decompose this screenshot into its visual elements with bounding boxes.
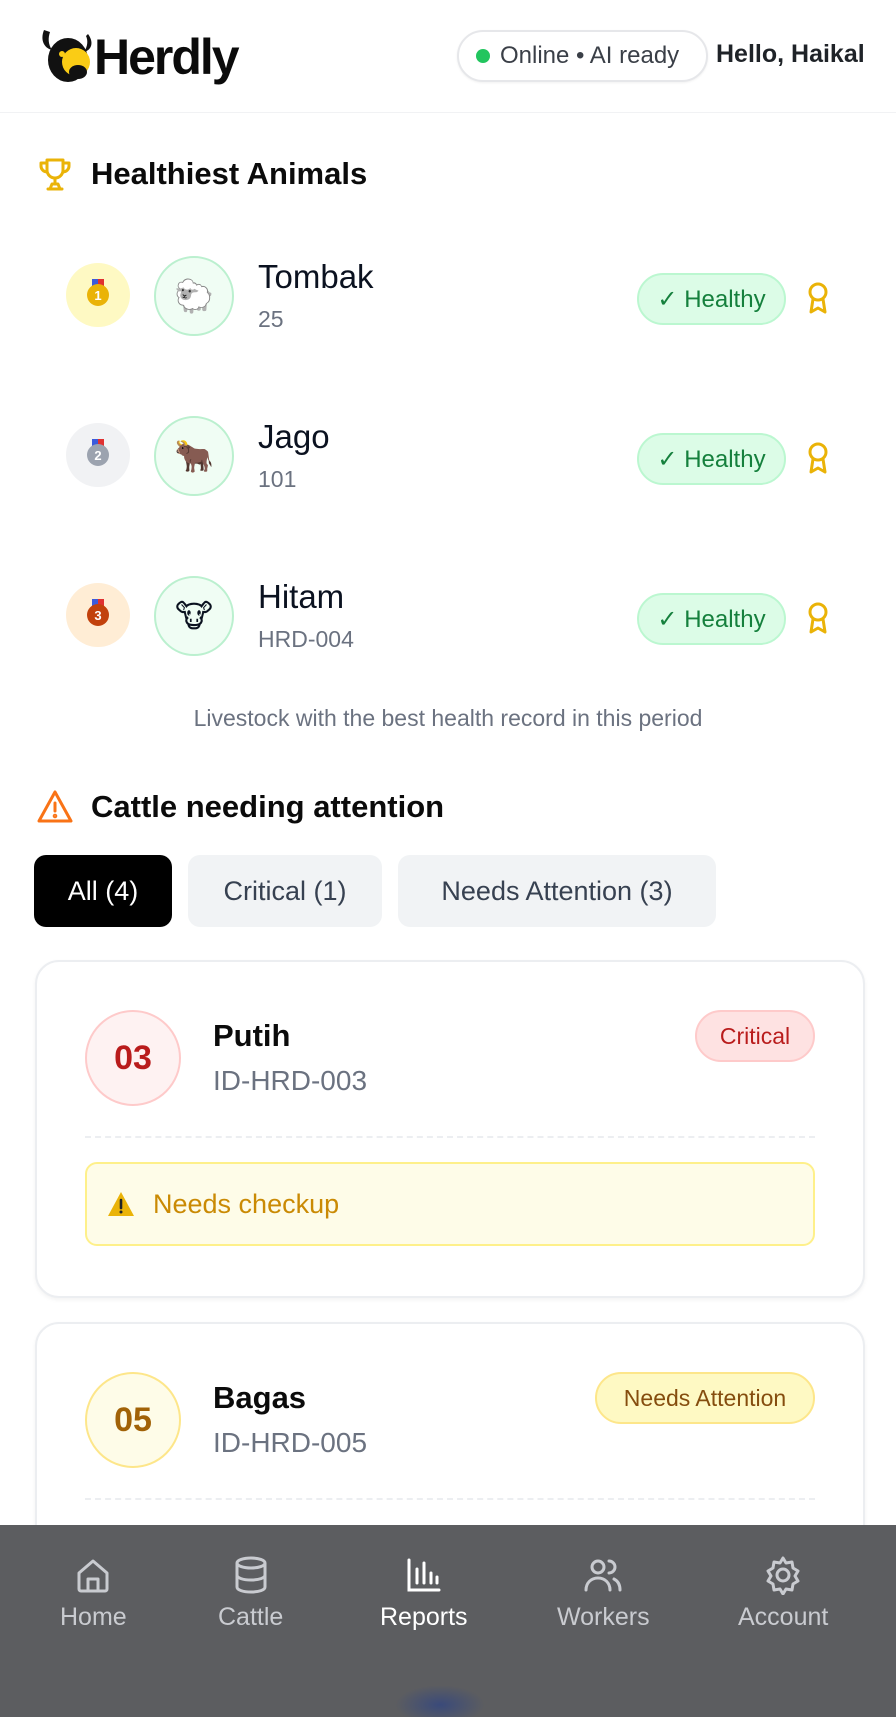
- nav-cattle[interactable]: Cattle: [218, 1555, 283, 1632]
- attention-title-text: Cattle needing attention: [91, 789, 445, 824]
- animal-number-badge: 03: [85, 1010, 181, 1106]
- nav-reports[interactable]: Reports: [380, 1555, 468, 1632]
- bar-chart-icon: [407, 1558, 441, 1592]
- card-animal-name: Putih: [213, 1018, 291, 1053]
- home-icon: [77, 1559, 109, 1593]
- trophy-icon: [36, 155, 74, 193]
- checkup-note: Needs checkup: [85, 1162, 815, 1246]
- users-icon: [584, 1559, 622, 1592]
- nav-decoration: [395, 1685, 485, 1717]
- card-animal-id: ID-HRD-005: [213, 1427, 368, 1458]
- card-animal-id: ID-HRD-003: [213, 1065, 368, 1096]
- filter-chip-all[interactable]: All (4): [34, 855, 172, 927]
- warning-icon: [108, 1192, 134, 1216]
- nav-home[interactable]: Home: [60, 1555, 127, 1632]
- checkup-note-text: Needs checkup: [153, 1188, 340, 1219]
- brand-name: Herdly: [94, 29, 240, 85]
- nav-account[interactable]: Account: [738, 1555, 828, 1632]
- brand-logo[interactable]: Herdly: [38, 24, 240, 88]
- warning-triangle-icon: [36, 788, 74, 826]
- healthy-badge: ✓ Healthy: [637, 273, 786, 325]
- healthy-animal-row[interactable]: 3 🐮 Hitam HRD-004 ✓ Healthy: [0, 562, 896, 662]
- critical-badge: Critical: [695, 1010, 815, 1062]
- bottom-navigation: Home Cattle Reports Workers Account: [0, 1525, 896, 1717]
- gear-icon: [766, 1556, 800, 1595]
- bull-logo-icon: [42, 30, 92, 82]
- animal-name: Jago: [258, 418, 330, 455]
- healthy-badge: ✓ Healthy: [637, 593, 786, 645]
- status-pill: Online • AI ready: [457, 30, 708, 82]
- healthiest-title-text: Healthiest Animals: [91, 156, 368, 191]
- award-icon: [808, 282, 828, 314]
- online-dot-icon: [476, 49, 490, 63]
- animal-number-badge: 05: [85, 1372, 181, 1468]
- ox-avatar-icon: 🐂: [154, 416, 234, 496]
- animal-id: HRD-004: [258, 626, 354, 652]
- filter-chip-critical[interactable]: Critical (1): [188, 855, 382, 927]
- attention-card[interactable]: 03 Putih ID-HRD-003 Critical Needs check…: [35, 960, 865, 1298]
- animal-name: Hitam: [258, 578, 345, 615]
- card-animal-name: Bagas: [213, 1380, 307, 1415]
- gold-medal-icon: 1: [66, 263, 130, 327]
- healthiest-section-title: Healthiest Animals: [36, 155, 367, 193]
- bronze-medal-icon: 3: [66, 583, 130, 647]
- award-icon: [808, 442, 828, 474]
- filter-chip-needs-attention[interactable]: Needs Attention (3): [398, 855, 716, 927]
- card-divider: [85, 1498, 815, 1500]
- cow-avatar-icon: 🐮: [154, 576, 234, 656]
- user-greeting: Hello, Haikal: [716, 40, 865, 68]
- sheep-avatar-icon: 🐑: [154, 256, 234, 336]
- nav-workers[interactable]: Workers: [557, 1555, 650, 1632]
- needs-attention-badge: Needs Attention: [595, 1372, 815, 1424]
- animal-name: Tombak: [258, 258, 374, 295]
- app-header: Herdly Online • AI ready Hello, Haikal: [0, 0, 896, 113]
- healthy-animal-row[interactable]: 1 🐑 Tombak 25 ✓ Healthy: [0, 242, 896, 342]
- animal-id: 101: [258, 466, 297, 492]
- database-icon: [235, 1556, 267, 1594]
- animal-id: 25: [258, 306, 284, 332]
- healthy-animal-row[interactable]: 2 🐂 Jago 101 ✓ Healthy: [0, 402, 896, 502]
- award-icon: [808, 602, 828, 634]
- silver-medal-icon: 2: [66, 423, 130, 487]
- healthy-badge: ✓ Healthy: [637, 433, 786, 485]
- card-divider: [85, 1136, 815, 1138]
- attention-section-title: Cattle needing attention: [36, 788, 444, 826]
- healthiest-caption: Livestock with the best health record in…: [193, 705, 703, 731]
- status-text: Online • AI ready: [500, 42, 680, 69]
